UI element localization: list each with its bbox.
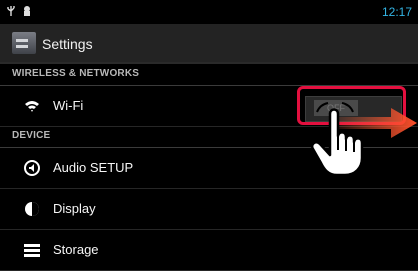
section-label: DEVICE: [12, 130, 51, 141]
page-title: Settings: [42, 36, 93, 52]
settings-item-label: Audio SETUP: [53, 160, 134, 175]
android-icon: [24, 6, 30, 16]
settings-item-label: Display: [53, 201, 96, 216]
brightness-icon: [25, 202, 39, 216]
section-label: WIRELESS & NETWORKS: [12, 68, 140, 79]
status-bar: 12:17: [0, 0, 418, 24]
settings-icon: [12, 32, 36, 54]
storage-icon: [24, 244, 40, 257]
settings-item-label: Wi-Fi: [53, 98, 84, 113]
settings-item-label: Storage: [53, 242, 99, 257]
status-time: 12:17: [381, 5, 412, 19]
wifi-icon: [25, 101, 39, 112]
action-bar: Settings: [0, 24, 418, 64]
audio-icon: [24, 160, 40, 176]
settings-item-display[interactable]: Display: [0, 189, 418, 230]
status-icons: [6, 5, 32, 17]
settings-item-storage[interactable]: Storage: [0, 230, 418, 271]
hand-pointer-icon: [311, 102, 364, 177]
section-header-wireless: WIRELESS & NETWORKS: [0, 63, 418, 86]
usb-icon: [7, 6, 15, 16]
